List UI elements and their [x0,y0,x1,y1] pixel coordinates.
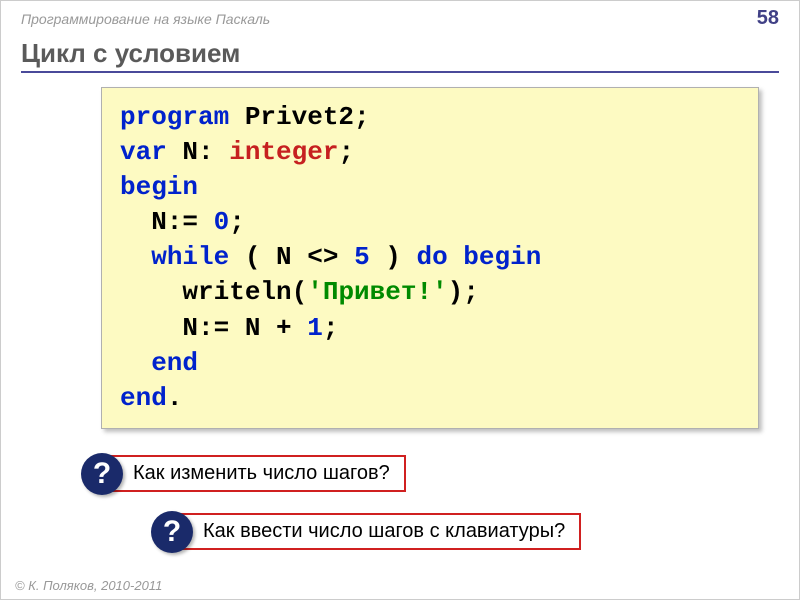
question-mark-icon: ? [81,453,123,495]
code-text: ) [370,242,417,272]
slide-title: Цикл с условием [21,38,779,69]
kw-do-begin: do begin [416,242,541,272]
slide-header: Программирование на языке Паскаль 58 [1,1,799,30]
question-text-2: Как ввести число шагов с клавиатуры? [171,513,581,550]
question-mark-icon: ? [151,511,193,553]
num-one: 1 [307,313,323,343]
kw-end-inner: end [120,348,198,378]
num-five: 5 [354,242,370,272]
code-text: ; [229,207,245,237]
kw-while: while [151,242,229,272]
question-callout-2: ? Как ввести число шагов с клавиатуры? [151,511,799,553]
code-text: ( N <> [229,242,354,272]
kw-program: program [120,102,229,132]
code-text: N: [167,137,229,167]
kw-end-outer: end [120,383,167,413]
num-zero: 0 [214,207,230,237]
code-text: ); [448,277,479,307]
slide-title-wrap: Цикл с условием [21,38,779,73]
question-text-1: Как изменить число шагов? [101,455,406,492]
code-text: . [167,383,183,413]
code-text: N:= [120,207,214,237]
str-privet: 'Привет!' [307,277,447,307]
code-text: N:= N + [120,313,307,343]
footer-copyright: © К. Поляков, 2010-2011 [15,578,162,593]
code-text: ; [323,313,339,343]
kw-begin: begin [120,172,198,202]
code-text: writeln( [120,277,307,307]
question-callout-1: ? Как изменить число шагов? [81,453,799,495]
page-number: 58 [757,7,779,30]
header-title: Программирование на языке Паскаль [21,11,270,27]
type-integer: integer [229,137,338,167]
code-text: ; [338,137,354,167]
code-text [120,242,151,272]
code-block: program Privet2; var N: integer; begin N… [101,87,759,429]
code-text: Privet2; [229,102,369,132]
callouts: ? Как изменить число шагов? ? Как ввести… [1,453,799,553]
kw-var: var [120,137,167,167]
